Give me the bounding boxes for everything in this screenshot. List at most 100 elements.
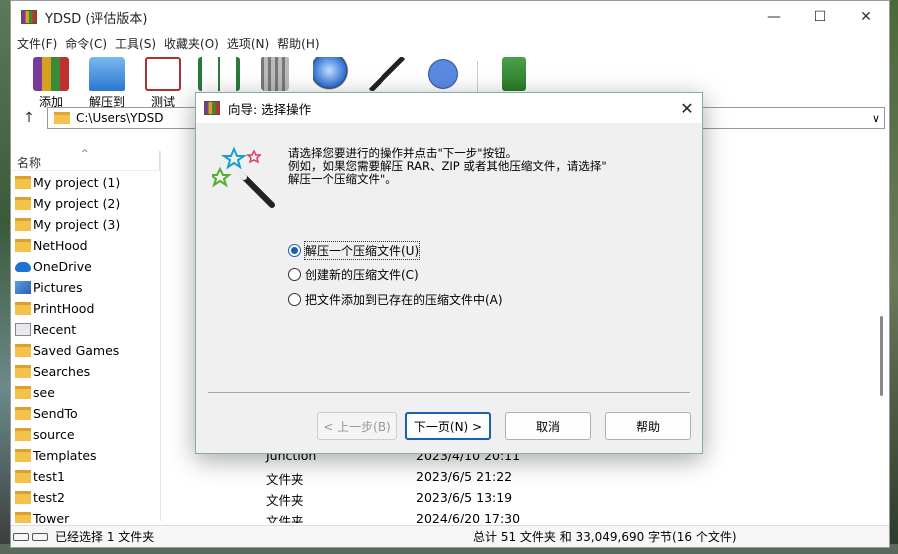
delete-trash-icon (261, 57, 289, 91)
file-name: test2 (15, 490, 65, 505)
toolbar-view-button[interactable] (191, 57, 247, 93)
folder-icon (15, 491, 31, 504)
next-button[interactable]: 下一页(N) > (405, 412, 491, 440)
file-name: SendTo (15, 406, 78, 421)
list-item[interactable]: test2 文件夹 2023/6/5 13:19 (11, 488, 881, 509)
info-icon (425, 57, 461, 91)
file-name-text: Recent (33, 322, 77, 337)
wizard-wand-icon (369, 57, 405, 91)
menu-commands[interactable]: 命令(C) (63, 35, 113, 52)
option-add-existing[interactable]: 把文件添加到已存在的压缩文件中(A) (288, 291, 503, 308)
desktop-background-left (0, 0, 10, 554)
view-book-icon (198, 57, 240, 91)
file-name-text: My project (3) (33, 217, 121, 232)
file-name-text: Templates (33, 448, 97, 463)
drive-icons (13, 531, 51, 543)
folder-icon (15, 407, 31, 420)
folder-icon (15, 365, 31, 378)
file-name-text: see (33, 385, 55, 400)
file-type: 文件夹 (266, 514, 304, 523)
toolbar-wizard-button[interactable] (359, 57, 415, 93)
pic-icon (15, 281, 31, 294)
file-type: 文件夹 (266, 472, 304, 487)
file-name-text: Tower (33, 511, 70, 523)
file-type: 文件夹 (266, 493, 304, 508)
file-name: My project (3) (15, 217, 120, 232)
menu-favorites[interactable]: 收藏夹(O) (162, 35, 225, 52)
app-archive-icon (204, 101, 220, 115)
desktop-background-right (890, 0, 898, 554)
file-name: My project (1) (15, 175, 120, 190)
file-name-text: Saved Games (33, 343, 120, 358)
option-add-existing-label: 把文件添加到已存在的压缩文件中(A) (305, 293, 503, 307)
file-name-text: My project (2) (33, 196, 121, 211)
file-name: NetHood (15, 238, 88, 253)
up-arrow-icon[interactable]: ↑ (11, 110, 47, 126)
archive-add-icon (33, 57, 69, 91)
option-create-label: 创建新的压缩文件(C) (305, 268, 419, 282)
find-magnifier-icon (313, 57, 349, 91)
file-name-text: PrintHood (33, 301, 95, 316)
toolbar-add-button[interactable]: 添加 (23, 57, 79, 110)
menu-options[interactable]: 选项(N) (225, 35, 275, 52)
file-name-text: NetHood (33, 238, 88, 253)
menu-file[interactable]: 文件(F) (15, 35, 63, 52)
vertical-scrollbar[interactable] (875, 151, 889, 523)
magic-wand-icon (212, 146, 275, 208)
toolbar-info-button[interactable] (415, 57, 471, 93)
menu-tools[interactable]: 工具(S) (113, 35, 162, 52)
file-name: My project (2) (15, 196, 120, 211)
toolbar-find-button[interactable] (303, 57, 359, 93)
option-create[interactable]: 创建新的压缩文件(C) (288, 266, 419, 283)
file-name: Recent (15, 322, 76, 337)
maximize-button[interactable]: ☐ (797, 1, 843, 33)
folder-icon (15, 386, 31, 399)
repair-icon (502, 57, 526, 91)
menu-help[interactable]: 帮助(H) (275, 35, 325, 52)
option-add-existing-radio[interactable] (288, 293, 301, 306)
option-create-radio[interactable] (288, 268, 301, 281)
column-header-name-label: 名称 (17, 156, 42, 170)
file-date: 2024/6/20 17:30 (416, 511, 521, 523)
file-name: OneDrive (15, 259, 92, 274)
extract-folder-icon (89, 57, 125, 91)
back-button[interactable]: < 上一步(B) (317, 412, 397, 440)
minimize-button[interactable]: — (751, 1, 797, 33)
file-name-text: SendTo (33, 406, 78, 421)
option-extract[interactable]: 解压一个压缩文件(U) (288, 241, 421, 260)
status-selection: 已经选择 1 文件夹 (55, 530, 155, 544)
app-archive-icon (21, 10, 37, 24)
toolbar-repair-button[interactable] (486, 57, 542, 93)
title-bar: YDSD (评估版本) — ☐ ✕ (11, 1, 889, 33)
close-window-button[interactable]: ✕ (843, 1, 889, 33)
folder-icon (15, 470, 31, 483)
file-name: Tower (15, 511, 69, 523)
list-item[interactable]: Tower 文件夹 2024/6/20 17:30 (11, 509, 881, 523)
file-date: 2023/6/5 13:19 (416, 490, 513, 505)
window-title: YDSD (评估版本) (45, 11, 148, 27)
status-bar: 已经选择 1 文件夹 总计 51 文件夹 和 33,049,690 字节(16 … (11, 525, 889, 547)
file-name-text: Pictures (33, 280, 83, 295)
dialog-close-button[interactable]: ✕ (672, 99, 702, 118)
chevron-down-icon[interactable]: ∨ (872, 112, 880, 125)
folder-icon (15, 449, 31, 462)
cancel-button[interactable]: 取消 (505, 412, 591, 440)
folder-icon (54, 112, 70, 124)
toolbar-delete-button[interactable] (247, 57, 303, 93)
list-item[interactable]: test1 文件夹 2023/6/5 21:22 (11, 467, 881, 488)
dialog-separator (208, 392, 690, 393)
file-name-text: My project (1) (33, 175, 121, 190)
scrollbar-thumb[interactable] (880, 316, 883, 396)
file-name: Saved Games (15, 343, 119, 358)
file-name: source (15, 427, 75, 442)
folder-icon (15, 512, 31, 523)
dialog-title-bar: 向导: 选择操作 ✕ (196, 93, 702, 123)
help-button[interactable]: 帮助 (605, 412, 691, 440)
file-name: see (15, 385, 55, 400)
option-extract-radio[interactable] (288, 244, 301, 257)
toolbar-extract-button[interactable]: 解压到 (79, 57, 135, 110)
file-name-text: test1 (33, 469, 65, 484)
toolbar-test-button[interactable]: 测试 (135, 57, 191, 110)
cloud-icon (15, 261, 31, 272)
column-header-name[interactable]: ^ 名称 (11, 149, 160, 171)
